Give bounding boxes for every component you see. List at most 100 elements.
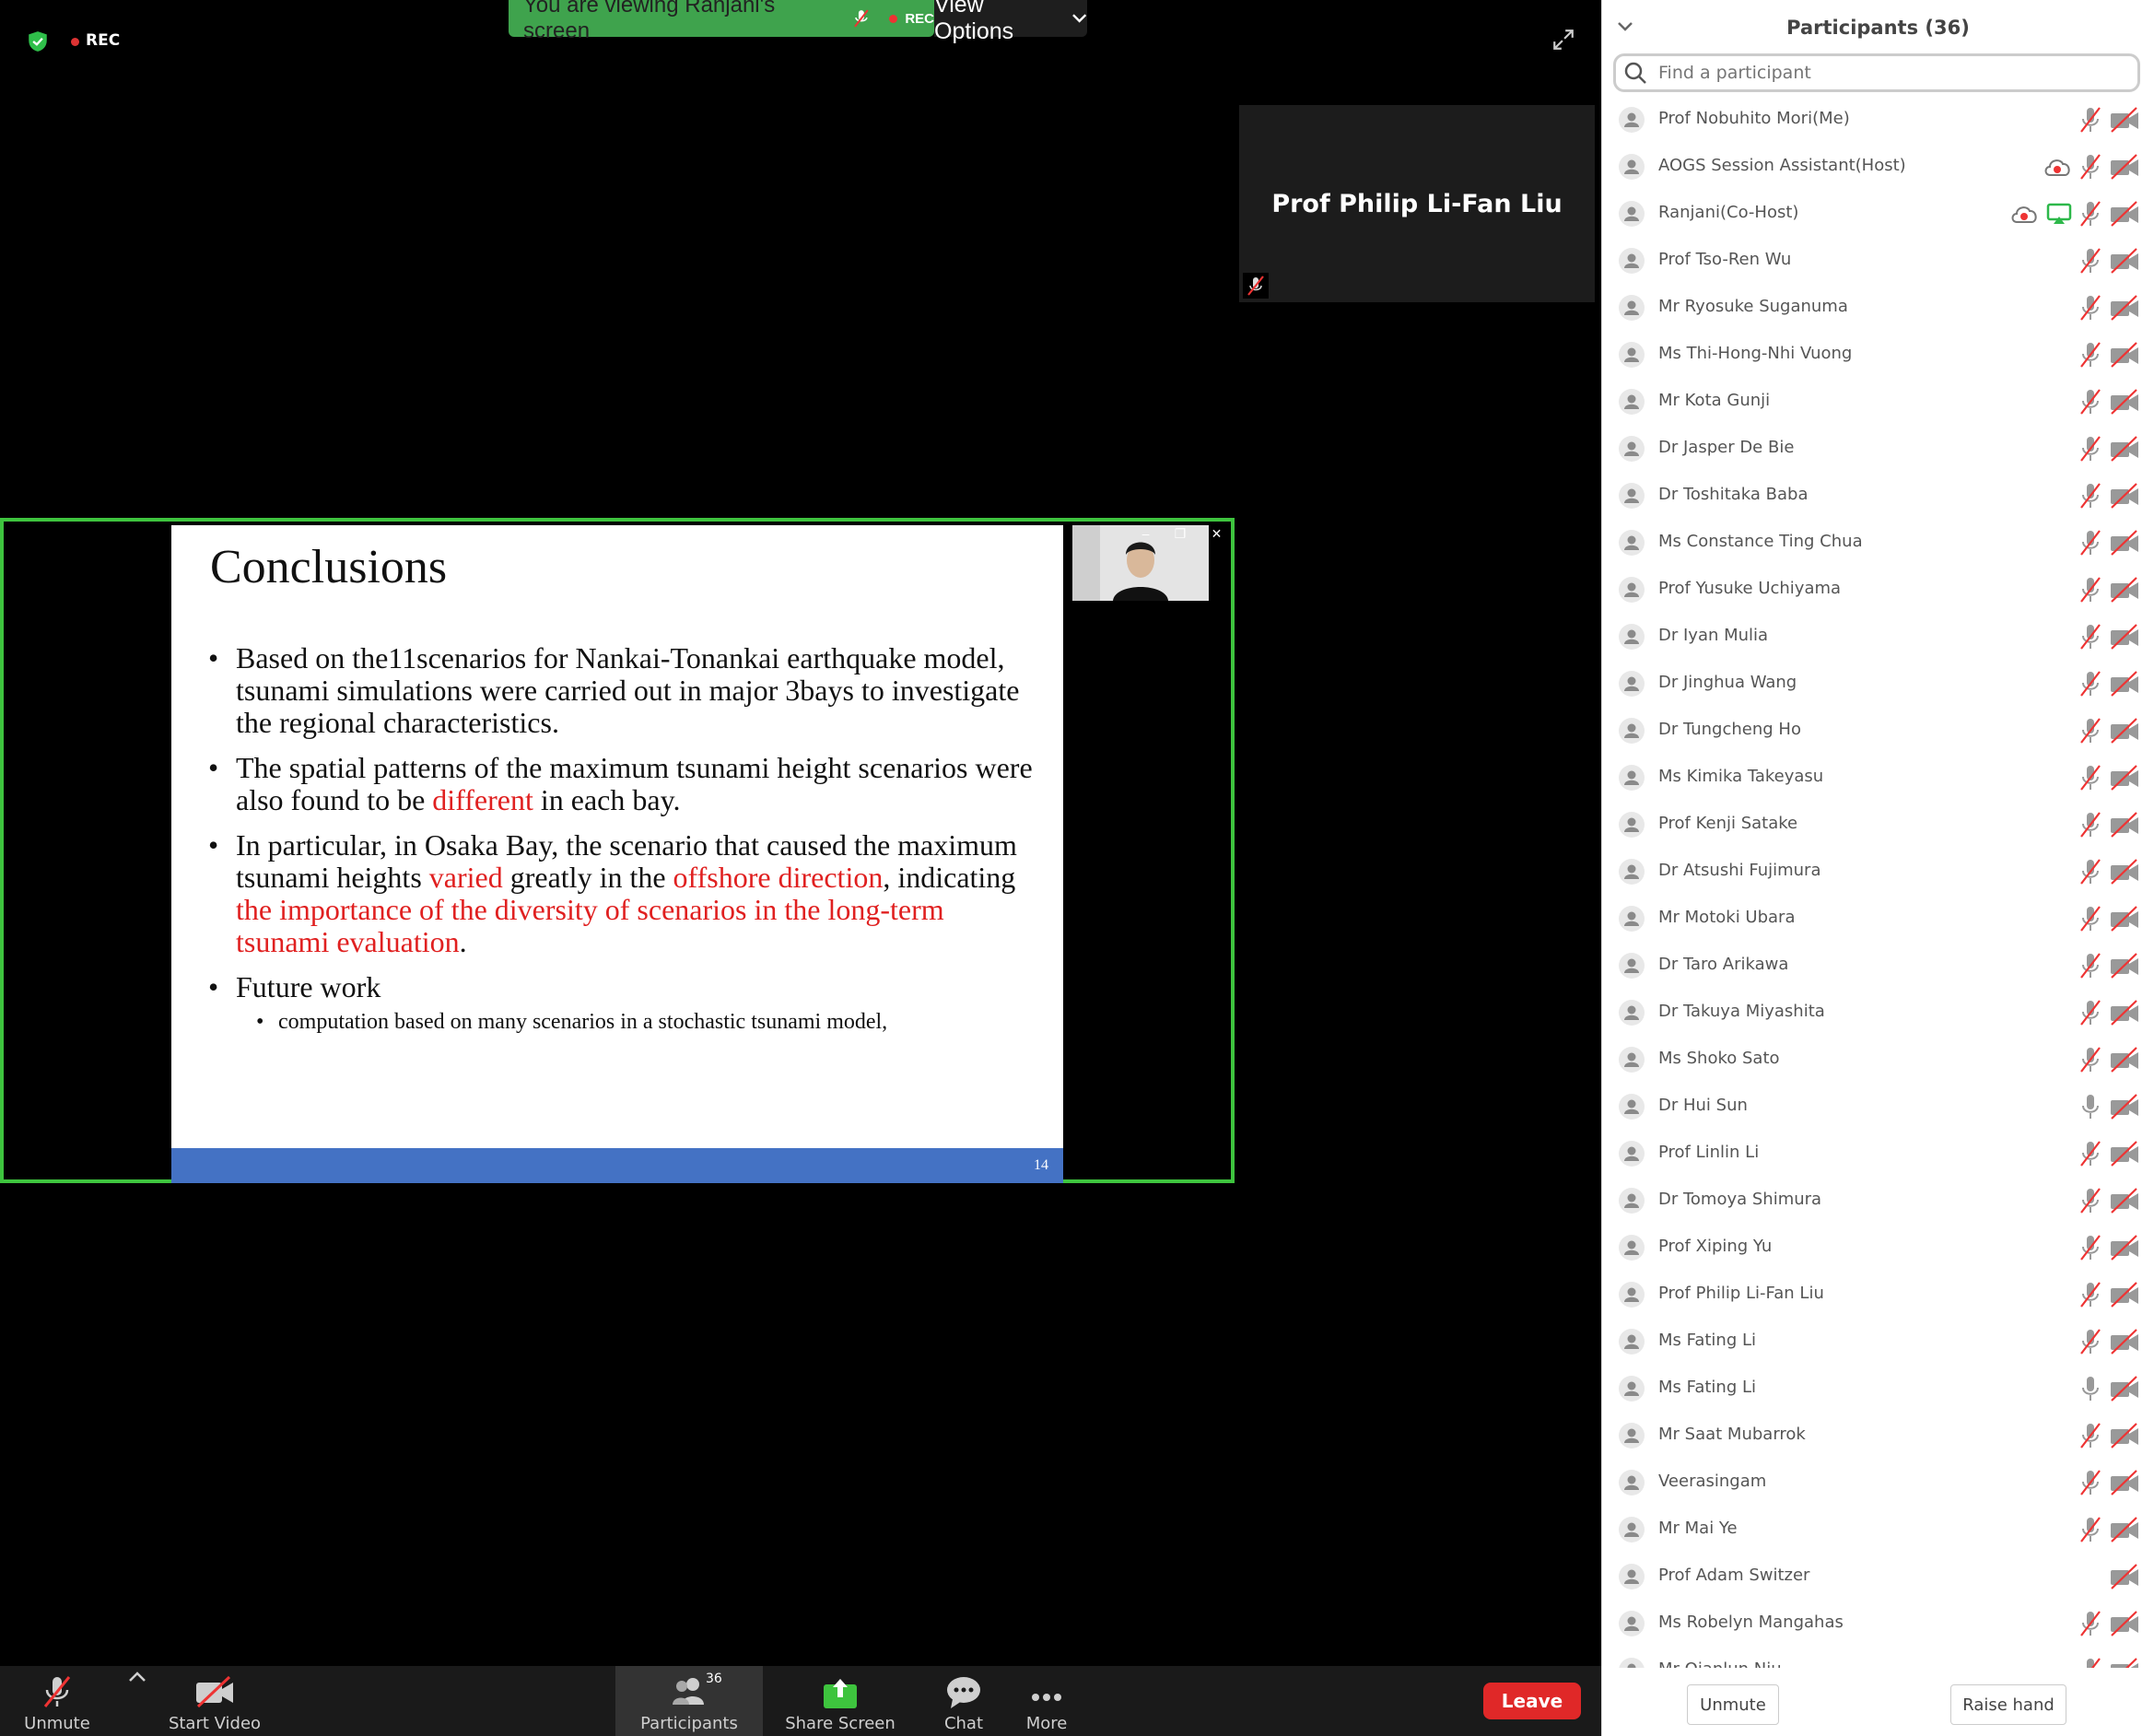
participant-row[interactable]: Prof Kenji Satake <box>1602 801 2154 848</box>
participant-row[interactable]: Ms Fating Li <box>1602 1318 2154 1365</box>
recording-indicator[interactable]: REC <box>86 31 120 50</box>
panel-unmute-button[interactable]: Unmute <box>1687 1684 1779 1725</box>
audio-options-caret-icon[interactable] <box>127 1670 147 1684</box>
participant-row[interactable]: Dr Takuya Miyashita <box>1602 989 2154 1036</box>
minimize-icon[interactable]: – <box>1142 526 1150 541</box>
avatar-icon <box>1619 483 1645 509</box>
chevron-down-icon <box>1071 14 1086 23</box>
participant-row[interactable]: Ms Fating Li <box>1602 1365 2154 1412</box>
participant-row[interactable]: Mr Motoki Ubara <box>1602 895 2154 942</box>
avatar-icon <box>1619 624 1645 650</box>
security-shield-icon[interactable] <box>26 29 50 53</box>
participant-name: Mr Mai Ye <box>1658 1519 1738 1538</box>
unmute-button[interactable]: Unmute <box>13 1666 101 1736</box>
participants-button[interactable]: 36 Participants <box>615 1666 763 1736</box>
participant-row[interactable]: Ms Kimika Takeyasu <box>1602 754 2154 801</box>
participant-status-icons <box>2072 1186 2140 1215</box>
participant-status-icons <box>2072 951 2140 980</box>
participant-row[interactable]: Mr Kota Gunji <box>1602 378 2154 425</box>
muted-mic-icon <box>2080 1423 2101 1449</box>
share-screen-button[interactable]: Share Screen <box>783 1666 897 1736</box>
participant-row[interactable]: Prof Tso-Ren Wu <box>1602 237 2154 284</box>
participant-row[interactable]: Mr Mai Ye <box>1602 1506 2154 1553</box>
chat-button[interactable]: Chat <box>934 1666 993 1736</box>
participant-row[interactable]: Ms Constance Ting Chua <box>1602 519 2154 566</box>
participant-row[interactable]: Ranjani(Co-Host) <box>1602 190 2154 237</box>
video-off-icon <box>2111 248 2138 274</box>
participant-status-icons <box>2072 1468 2140 1497</box>
video-off-icon <box>2111 1235 2138 1261</box>
participant-row[interactable]: AOGS Session Assistant(Host) <box>1602 143 2154 190</box>
participant-row[interactable]: Dr Toshitaka Baba <box>1602 472 2154 519</box>
meeting-toolbar: Unmute Start Video 36 Participants Share… <box>0 1666 1601 1736</box>
participant-row[interactable]: Dr Jasper De Bie <box>1602 425 2154 472</box>
participants-panel-footer: Unmute Raise hand <box>1602 1670 2154 1736</box>
avatar-icon <box>1619 1423 1645 1449</box>
participant-row[interactable]: Dr Tungcheng Ho <box>1602 707 2154 754</box>
participant-row[interactable]: Prof Linlin Li <box>1602 1130 2154 1177</box>
participant-row[interactable]: Prof Yusuke Uchiyama <box>1602 566 2154 613</box>
participant-row[interactable]: Prof Nobuhito Mori(Me) <box>1602 96 2154 143</box>
muted-mic-icon <box>2080 624 2101 650</box>
video-off-icon <box>2111 530 2138 556</box>
participant-name: Dr Jasper De Bie <box>1658 438 1795 457</box>
participant-row[interactable]: Dr Jinghua Wang <box>1602 660 2154 707</box>
view-options-button[interactable]: View Options <box>934 0 1087 44</box>
participant-row[interactable]: Mr Saat Mubarrok <box>1602 1412 2154 1459</box>
participant-row[interactable]: Dr Taro Arikawa <box>1602 942 2154 989</box>
participants-panel-title: Participants (36) <box>1786 17 1970 39</box>
participants-icon <box>673 1678 704 1705</box>
shared-screen[interactable]: Conclusions Based on the11scenarios for … <box>0 518 1235 1183</box>
avatar-icon <box>1619 342 1645 368</box>
raise-hand-button[interactable]: Raise hand <box>1950 1684 2066 1725</box>
participants-list[interactable]: Prof Nobuhito Mori(Me) AOGS Session Assis… <box>1602 96 2154 1668</box>
avatar-icon <box>1619 1141 1645 1167</box>
participant-row[interactable]: Veerasingam <box>1602 1459 2154 1506</box>
start-video-button[interactable]: Start Video <box>164 1666 265 1736</box>
participant-row[interactable]: Dr Iyan Mulia <box>1602 613 2154 660</box>
close-icon[interactable]: ✕ <box>1212 526 1223 542</box>
participant-row[interactable]: Dr Hui Sun <box>1602 1083 2154 1130</box>
slide-bullet: Based on the11scenarios for Nankai-Tonan… <box>208 642 1037 739</box>
fullscreen-icon[interactable] <box>1551 28 1575 52</box>
video-off-icon <box>2111 765 2138 791</box>
leave-button[interactable]: Leave <box>1483 1683 1581 1719</box>
participant-name: Prof Kenji Satake <box>1658 814 1798 833</box>
participants-count-badge: 36 <box>706 1671 722 1686</box>
muted-mic-icon <box>2087 1658 2101 1668</box>
avatar-icon <box>1619 1564 1645 1589</box>
participant-name: Prof Yusuke Uchiyama <box>1658 579 1842 598</box>
restore-icon[interactable]: ❐ <box>1175 526 1187 542</box>
muted-mic-icon <box>2080 1611 2101 1636</box>
participant-name: Prof Adam Switzer <box>1658 1566 1810 1585</box>
participant-status-icons <box>2035 152 2140 182</box>
participant-row[interactable]: Dr Tomoya Shimura <box>1602 1177 2154 1224</box>
slide-sub-bullets: computation based on many scenarios in a… <box>236 1009 1037 1035</box>
muted-mic-icon <box>2080 859 2101 885</box>
muted-mic-icon <box>2080 107 2101 133</box>
participant-name: Ms Robelyn Mangahas <box>1658 1613 1844 1632</box>
participant-row[interactable]: Prof Adam Switzer <box>1602 1553 2154 1600</box>
participant-row[interactable]: Prof Xiping Yu <box>1602 1224 2154 1271</box>
participant-row[interactable]: Mr Qianlun Niu <box>1602 1647 2154 1668</box>
participant-status-icons <box>2072 434 2140 463</box>
participant-row[interactable]: Dr Atsushi Fujimura <box>1602 848 2154 895</box>
participant-row[interactable]: Prof Philip Li-Fan Liu <box>1602 1271 2154 1318</box>
video-thumbnail[interactable]: Prof Philip Li-Fan Liu <box>1239 105 1595 302</box>
participant-row[interactable]: Ms Robelyn Mangahas <box>1602 1600 2154 1647</box>
avatar-icon <box>1619 530 1645 556</box>
participant-row[interactable]: Ms Thi-Hong-Nhi Vuong <box>1602 331 2154 378</box>
participant-name: Mr Qianlun Niu <box>1658 1660 1782 1668</box>
participant-search-input[interactable] <box>1656 62 2102 84</box>
participant-name: Dr Hui Sun <box>1658 1096 1748 1115</box>
avatar-icon <box>1619 906 1645 932</box>
participant-row[interactable]: Ms Shoko Sato <box>1602 1036 2154 1083</box>
participant-row[interactable]: Mr Ryosuke Suganuma <box>1602 284 2154 331</box>
participant-name: Dr Jinghua Wang <box>1658 673 1797 692</box>
muted-mic-icon <box>853 9 869 28</box>
more-button[interactable]: More <box>1017 1666 1076 1736</box>
participant-name: Dr Iyan Mulia <box>1658 626 1769 645</box>
video-off-icon <box>2111 1000 2138 1026</box>
avatar-icon <box>1619 154 1645 180</box>
video-off-icon <box>2111 1141 2138 1167</box>
